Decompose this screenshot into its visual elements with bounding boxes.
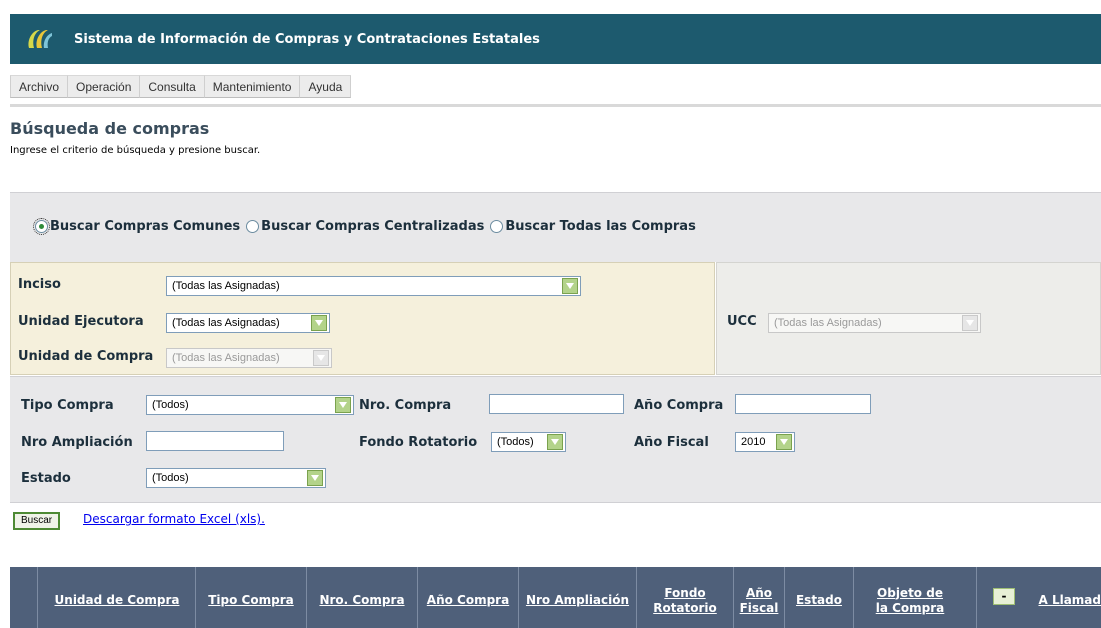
nro-ampliacion-input[interactable] — [146, 431, 284, 451]
estado-label: Estado — [21, 471, 71, 486]
unidad-ejecutora-value: (Todas las Asignadas) — [172, 317, 280, 329]
collapse-column-button[interactable]: - — [993, 588, 1015, 605]
buscar-button[interactable]: Buscar — [13, 512, 61, 530]
inciso-label: Inciso — [18, 277, 61, 292]
app-header: Sistema de Información de Compras y Cont… — [10, 14, 1101, 64]
column-objeto-label: Objeto de la Compra — [875, 585, 945, 615]
page-subtitle: Ingrese el criterio de búsqueda y presio… — [10, 145, 261, 156]
fondo-rotatorio-select[interactable]: (Todos) — [491, 432, 566, 452]
column-anio-compra[interactable]: Año Compra — [418, 567, 519, 628]
anio-fiscal-value: 2010 — [741, 436, 766, 448]
nro-ampliacion-label: Nro Ampliación — [21, 435, 133, 450]
menu-bar: Archivo Operación Consulta Mantenimiento… — [10, 75, 352, 98]
column-objeto-de-la-compra[interactable]: Objeto de la Compra — [854, 567, 977, 628]
unidad-compra-select: (Todas las Asignadas) — [166, 348, 332, 368]
chevron-down-icon — [962, 315, 978, 331]
radio-label-compras-centralizadas: Buscar Compras Centralizadas — [261, 219, 485, 234]
anio-fiscal-label: Año Fiscal — [634, 435, 709, 450]
row-selector-column — [10, 567, 38, 628]
nro-compra-input[interactable] — [489, 394, 624, 414]
anio-compra-label: Año Compra — [634, 398, 724, 413]
menu-item-ayuda[interactable]: Ayuda — [300, 75, 352, 98]
ucc-select: (Todas las Asignadas) — [768, 313, 981, 333]
app-logo-icon — [28, 30, 52, 48]
search-mode-panel: Buscar Compras Comunes Buscar Compras Ce… — [10, 192, 1101, 262]
unidad-ejecutora-label: Unidad Ejecutora — [18, 314, 144, 329]
menu-item-archivo[interactable]: Archivo — [10, 75, 69, 98]
results-table-header: Unidad de Compra Tipo Compra Nro. Compra… — [10, 567, 1101, 628]
organization-panel: Inciso (Todas las Asignadas) Unidad Ejec… — [10, 262, 715, 375]
chevron-down-icon — [311, 315, 327, 331]
radio-label-compras-comunes: Buscar Compras Comunes — [50, 219, 241, 234]
column-unidad-de-compra[interactable]: Unidad de Compra — [39, 567, 196, 628]
fondo-rotatorio-label: Fondo Rotatorio — [359, 435, 478, 450]
tipo-compra-select[interactable]: (Todos) — [146, 395, 354, 415]
tipo-compra-label: Tipo Compra — [21, 398, 114, 413]
search-mode-options: Buscar Compras Comunes Buscar Compras Ce… — [33, 218, 702, 235]
chevron-down-icon — [307, 470, 323, 486]
nro-compra-label: Nro. Compra — [359, 398, 452, 413]
column-nro-ampliacion[interactable]: Nro Ampliación — [519, 567, 637, 628]
unidad-compra-label: Unidad de Compra — [18, 349, 154, 364]
column-estado[interactable]: Estado — [785, 567, 854, 628]
chevron-down-icon — [335, 397, 351, 413]
column-tipo-compra[interactable]: Tipo Compra — [196, 567, 307, 628]
anio-compra-input[interactable] — [735, 394, 871, 414]
column-nro-compra[interactable]: Nro. Compra — [307, 567, 418, 628]
app-title: Sistema de Información de Compras y Cont… — [74, 32, 540, 47]
column-fondo-rotatorio[interactable]: Fondo Rotatorio — [637, 567, 734, 628]
estado-value: (Todos) — [152, 472, 189, 484]
page-title: Búsqueda de compras — [10, 119, 210, 138]
tipo-compra-value: (Todos) — [152, 399, 189, 411]
fondo-rotatorio-value: (Todos) — [497, 436, 534, 448]
chevron-down-icon — [562, 278, 578, 294]
radio-compras-centralizadas[interactable] — [246, 220, 260, 233]
ucc-value: (Todas las Asignadas) — [774, 317, 882, 329]
radio-label-todas-las-compras: Buscar Todas las Compras — [505, 219, 696, 234]
filters-panel: Tipo Compra (Todos) Nro. Compra Año Comp… — [10, 376, 1101, 503]
radio-todas-las-compras[interactable] — [490, 220, 504, 233]
column-anio-fiscal[interactable]: Año Fiscal — [734, 567, 785, 628]
download-excel-link[interactable]: Descargar formato Excel (xls). — [83, 512, 265, 526]
menu-item-consulta[interactable]: Consulta — [140, 75, 205, 98]
ucc-label: UCC — [727, 314, 757, 329]
chevron-down-icon — [313, 350, 329, 366]
ucc-panel: UCC (Todas las Asignadas) — [716, 262, 1101, 375]
radio-compras-comunes[interactable] — [33, 218, 50, 235]
inciso-value: (Todas las Asignadas) — [172, 280, 280, 292]
menu-item-mantenimiento[interactable]: Mantenimiento — [204, 75, 301, 98]
column-a-llamado[interactable]: A Llamad — [1033, 567, 1101, 628]
unidad-ejecutora-select[interactable]: (Todas las Asignadas) — [166, 313, 330, 333]
inciso-select[interactable]: (Todas las Asignadas) — [166, 276, 581, 296]
estado-select[interactable]: (Todos) — [146, 468, 326, 488]
menu-divider — [10, 104, 1101, 107]
unidad-compra-value: (Todas las Asignadas) — [172, 352, 280, 364]
chevron-down-icon — [547, 434, 563, 450]
anio-fiscal-select[interactable]: 2010 — [735, 432, 795, 452]
menu-item-operacion[interactable]: Operación — [68, 75, 141, 98]
chevron-down-icon — [776, 434, 792, 450]
